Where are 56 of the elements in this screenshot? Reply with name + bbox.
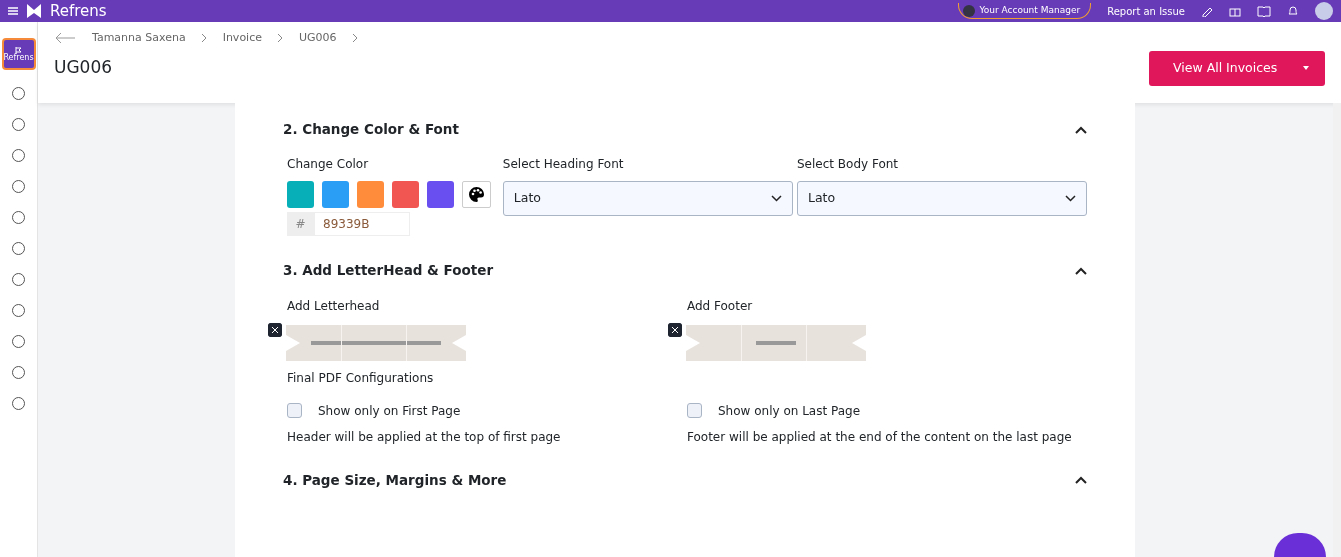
section-title: 4. Page Size, Margins & More [283, 470, 507, 490]
color-swatch[interactable] [427, 181, 454, 209]
logo-icon [26, 3, 42, 19]
chevron-down-icon [770, 195, 782, 203]
brand-name: Refrens [50, 1, 107, 22]
field-label: Select Body Font [797, 156, 900, 174]
section-title: 2. Change Color & Font [283, 120, 459, 139]
checkbox-label[interactable]: Show only on Last Page [718, 401, 860, 420]
helper-text: Header will be applied at the top of first page [287, 428, 562, 446]
chevron-down-icon [1065, 195, 1076, 203]
breadcrumb-link[interactable]: Invoice [222, 30, 262, 47]
pencil-icon[interactable] [1201, 5, 1213, 17]
menu-icon[interactable] [8, 7, 18, 15]
chevron-up-icon[interactable] [1075, 266, 1087, 275]
back-arrow-icon[interactable] [54, 32, 76, 45]
chevron-up-icon[interactable] [1075, 476, 1087, 485]
remove-icon[interactable] [668, 322, 682, 337]
font-select[interactable]: Lato [797, 181, 1087, 217]
chat-button[interactable] [1274, 533, 1326, 557]
breadcrumb-link[interactable]: Tamanna Saxena [92, 30, 186, 47]
palette-button[interactable] [462, 181, 491, 209]
report-link[interactable]: Report an Issue [1107, 3, 1185, 19]
color-swatch[interactable] [357, 181, 384, 209]
avatar-icon [963, 4, 976, 17]
font-select[interactable]: Lato [502, 181, 793, 217]
hash-prefix: # [287, 212, 314, 237]
helper-text: Footer will be applied at the end of the content on the last page [687, 428, 1073, 446]
field-label: Change Color [287, 156, 370, 174]
workspace-logo[interactable]: Refrens [1, 38, 36, 70]
view-all-invoices-button[interactable]: View All Invoices [1149, 50, 1325, 86]
bell-icon[interactable] [1287, 5, 1299, 17]
caret-icon [1303, 66, 1309, 70]
section-subtitle: Final PDF Configurations [287, 370, 434, 385]
field-label: Select Heading Font [502, 156, 625, 174]
chevron-right-icon [278, 34, 283, 43]
remove-icon[interactable] [268, 322, 282, 337]
breadcrumb-link[interactable]: UG006 [299, 30, 337, 47]
hex-input[interactable]: 89339B [314, 212, 410, 237]
field-label: Add Footer [687, 297, 754, 315]
palette-icon [468, 186, 485, 204]
page-title: UG006 [54, 56, 113, 80]
scrollbar[interactable] [1333, 103, 1341, 557]
chevron-up-icon[interactable] [1075, 125, 1087, 134]
color-swatch[interactable] [322, 181, 349, 209]
chevron-right-icon [352, 34, 358, 43]
section-title: 3. Add LetterHead & Footer [283, 261, 494, 281]
color-swatch[interactable] [392, 181, 419, 209]
checkbox[interactable] [287, 403, 302, 418]
book-icon[interactable] [1257, 5, 1271, 17]
color-swatch[interactable] [287, 181, 314, 209]
chevron-right-icon [201, 34, 207, 43]
checkbox-label[interactable]: Show only on First Page [318, 401, 461, 420]
account-manager-button[interactable]: Your Account Manager [958, 3, 1092, 19]
field-label: Add Letterhead [287, 297, 381, 315]
avatar-icon[interactable] [1315, 2, 1333, 20]
checkbox[interactable] [687, 403, 702, 418]
